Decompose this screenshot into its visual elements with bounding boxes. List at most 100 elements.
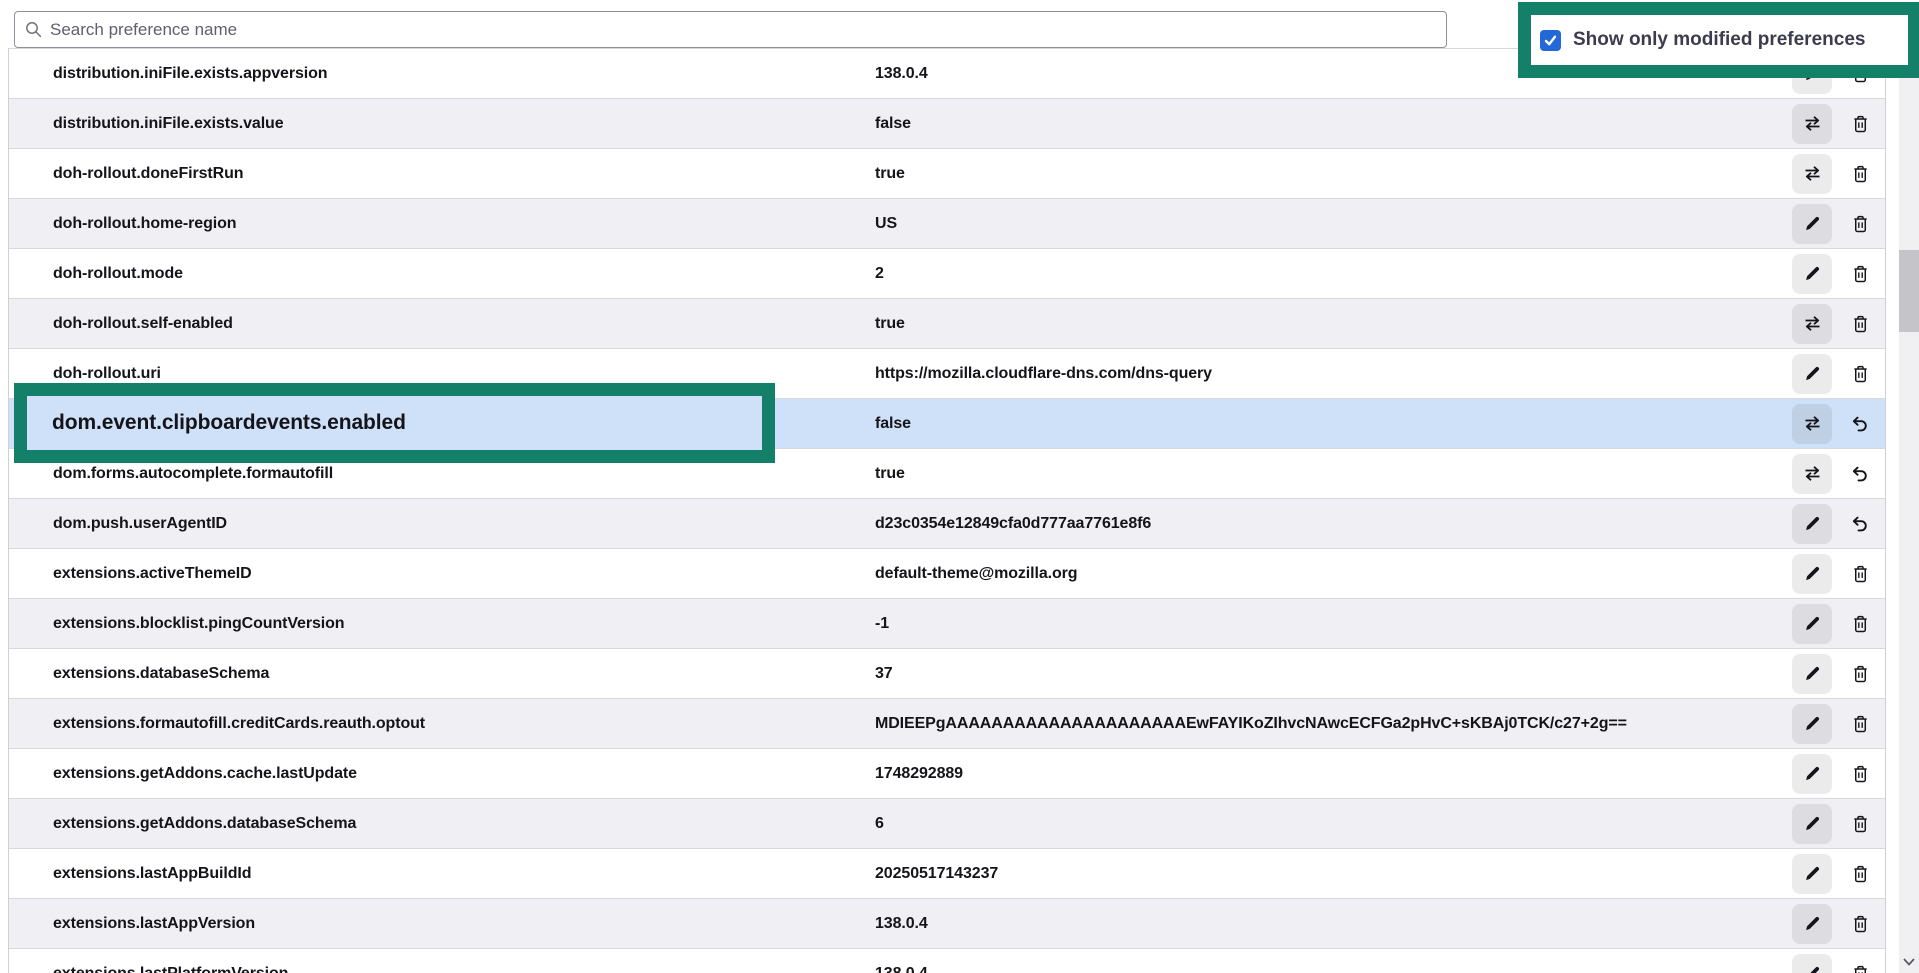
pref-name: doh-rollout.uri	[53, 365, 161, 383]
delete-pref-button[interactable]	[1840, 704, 1880, 744]
pencil-icon	[1804, 765, 1821, 782]
vertical-scrollbar[interactable]	[1899, 48, 1919, 973]
toggle-value-button[interactable]	[1792, 104, 1832, 144]
table-row[interactable]: extensions.lastPlatformVersion 138.0.4	[9, 948, 1885, 973]
pref-name: doh-rollout.self-enabled	[53, 315, 233, 333]
pencil-icon	[1804, 915, 1821, 932]
edit-value-button[interactable]	[1792, 704, 1832, 744]
trash-icon	[1852, 115, 1869, 133]
delete-pref-button[interactable]	[1840, 904, 1880, 944]
toggle-value-button[interactable]	[1792, 304, 1832, 344]
filter-checkbox-label[interactable]: Show only modified preferences	[1573, 29, 1865, 51]
table-row[interactable]: extensions.databaseSchema 37	[9, 648, 1885, 698]
pref-value: MDIEEPgAAAAAAAAAAAAAAAAAAAAAEwFAYIKoZIhv…	[875, 715, 1627, 733]
table-row[interactable]: doh-rollout.home-region US	[9, 198, 1885, 248]
toggle-arrows-icon	[1803, 115, 1822, 132]
pref-value: true	[875, 165, 905, 183]
filter-checkbox-area[interactable]: Show only modified preferences	[1531, 15, 1908, 65]
edit-value-button[interactable]	[1792, 554, 1832, 594]
delete-pref-button[interactable]	[1840, 554, 1880, 594]
pref-value: 138.0.4	[875, 65, 928, 83]
reset-pref-button[interactable]	[1840, 504, 1880, 544]
reset-pref-button[interactable]	[1840, 454, 1880, 494]
delete-pref-button[interactable]	[1840, 854, 1880, 894]
table-row[interactable]: dom.push.userAgentID d23c0354e12849cfa0d…	[9, 498, 1885, 548]
delete-pref-button[interactable]	[1840, 354, 1880, 394]
delete-pref-button[interactable]	[1840, 754, 1880, 794]
trash-icon	[1852, 865, 1869, 883]
table-row[interactable]: extensions.getAddons.cache.lastUpdate 17…	[9, 748, 1885, 798]
modified-prefs-checkbox[interactable]	[1540, 30, 1561, 51]
edit-value-button[interactable]	[1792, 254, 1832, 294]
pref-name: dom.push.userAgentID	[53, 515, 227, 533]
delete-pref-button[interactable]	[1840, 204, 1880, 244]
trash-icon	[1852, 365, 1869, 383]
pencil-icon	[1804, 615, 1821, 632]
pref-name: extensions.getAddons.cache.lastUpdate	[53, 765, 357, 783]
table-row[interactable]: extensions.lastAppBuildId 20250517143237	[9, 848, 1885, 898]
pref-value: 138.0.4	[875, 915, 928, 933]
trash-icon	[1852, 615, 1869, 633]
delete-pref-button[interactable]	[1840, 254, 1880, 294]
delete-pref-button[interactable]	[1840, 804, 1880, 844]
table-row[interactable]: distribution.iniFile.exists.value false	[9, 98, 1885, 148]
edit-value-button[interactable]	[1792, 654, 1832, 694]
edit-value-button[interactable]	[1792, 854, 1832, 894]
edit-value-button[interactable]	[1792, 804, 1832, 844]
pref-name: doh-rollout.mode	[53, 265, 183, 283]
scroll-down-icon[interactable]	[1902, 957, 1916, 967]
table-row[interactable]: extensions.lastAppVersion 138.0.4	[9, 898, 1885, 948]
table-row[interactable]: doh-rollout.mode 2	[9, 248, 1885, 298]
pref-name: doh-rollout.home-region	[53, 215, 236, 233]
edit-value-button[interactable]	[1792, 354, 1832, 394]
toggle-value-button[interactable]	[1792, 154, 1832, 194]
delete-pref-button[interactable]	[1840, 654, 1880, 694]
pref-name: extensions.lastAppVersion	[53, 915, 255, 933]
reset-pref-button[interactable]	[1840, 404, 1880, 444]
table-row[interactable]: extensions.activeThemeID default-theme@m…	[9, 548, 1885, 598]
search-icon	[25, 21, 42, 38]
delete-pref-button[interactable]	[1840, 954, 1880, 973]
undo-icon	[1851, 465, 1869, 482]
annotation-box-pref: dom.event.clipboardevents.enabled	[14, 383, 775, 463]
pref-name: extensions.blocklist.pingCountVersion	[53, 615, 344, 633]
table-row[interactable]: doh-rollout.self-enabled true	[9, 298, 1885, 348]
trash-icon	[1852, 665, 1869, 683]
search-input[interactable]	[42, 20, 1446, 40]
scrollbar-thumb[interactable]	[1899, 250, 1919, 332]
edit-value-button[interactable]	[1792, 204, 1832, 244]
pref-value: 1748292889	[875, 765, 963, 783]
edit-value-button[interactable]	[1792, 954, 1832, 973]
pref-value: https://mozilla.cloudflare-dns.com/dns-q…	[875, 365, 1212, 383]
toggle-arrows-icon	[1803, 315, 1822, 332]
pencil-icon	[1804, 515, 1821, 532]
delete-pref-button[interactable]	[1840, 104, 1880, 144]
delete-pref-button[interactable]	[1840, 604, 1880, 644]
pref-value: default-theme@mozilla.org	[875, 565, 1077, 583]
delete-pref-button[interactable]	[1840, 154, 1880, 194]
table-row[interactable]: extensions.getAddons.databaseSchema 6	[9, 798, 1885, 848]
undo-icon	[1851, 415, 1869, 432]
pref-value: US	[875, 215, 897, 233]
toggle-value-button[interactable]	[1792, 404, 1832, 444]
trash-icon	[1852, 565, 1869, 583]
trash-icon	[1852, 265, 1869, 283]
pref-value: 20250517143237	[875, 865, 998, 883]
edit-value-button[interactable]	[1792, 904, 1832, 944]
edit-value-button[interactable]	[1792, 604, 1832, 644]
pencil-icon	[1804, 565, 1821, 582]
edit-value-button[interactable]	[1792, 504, 1832, 544]
highlighted-pref-name: dom.event.clipboardevents.enabled	[52, 411, 406, 435]
edit-value-button[interactable]	[1792, 754, 1832, 794]
highlighted-pref-area[interactable]: dom.event.clipboardevents.enabled	[27, 396, 762, 450]
pref-name: dom.forms.autocomplete.formautofill	[53, 465, 333, 483]
toggle-value-button[interactable]	[1792, 454, 1832, 494]
search-box	[14, 11, 1447, 48]
delete-pref-button[interactable]	[1840, 304, 1880, 344]
toggle-arrows-icon	[1803, 415, 1822, 432]
pref-name: extensions.lastAppBuildId	[53, 865, 251, 883]
table-row[interactable]: extensions.blocklist.pingCountVersion -1	[9, 598, 1885, 648]
pref-name: distribution.iniFile.exists.appversion	[53, 65, 327, 83]
table-row[interactable]: doh-rollout.doneFirstRun true	[9, 148, 1885, 198]
table-row[interactable]: extensions.formautofill.creditCards.reau…	[9, 698, 1885, 748]
